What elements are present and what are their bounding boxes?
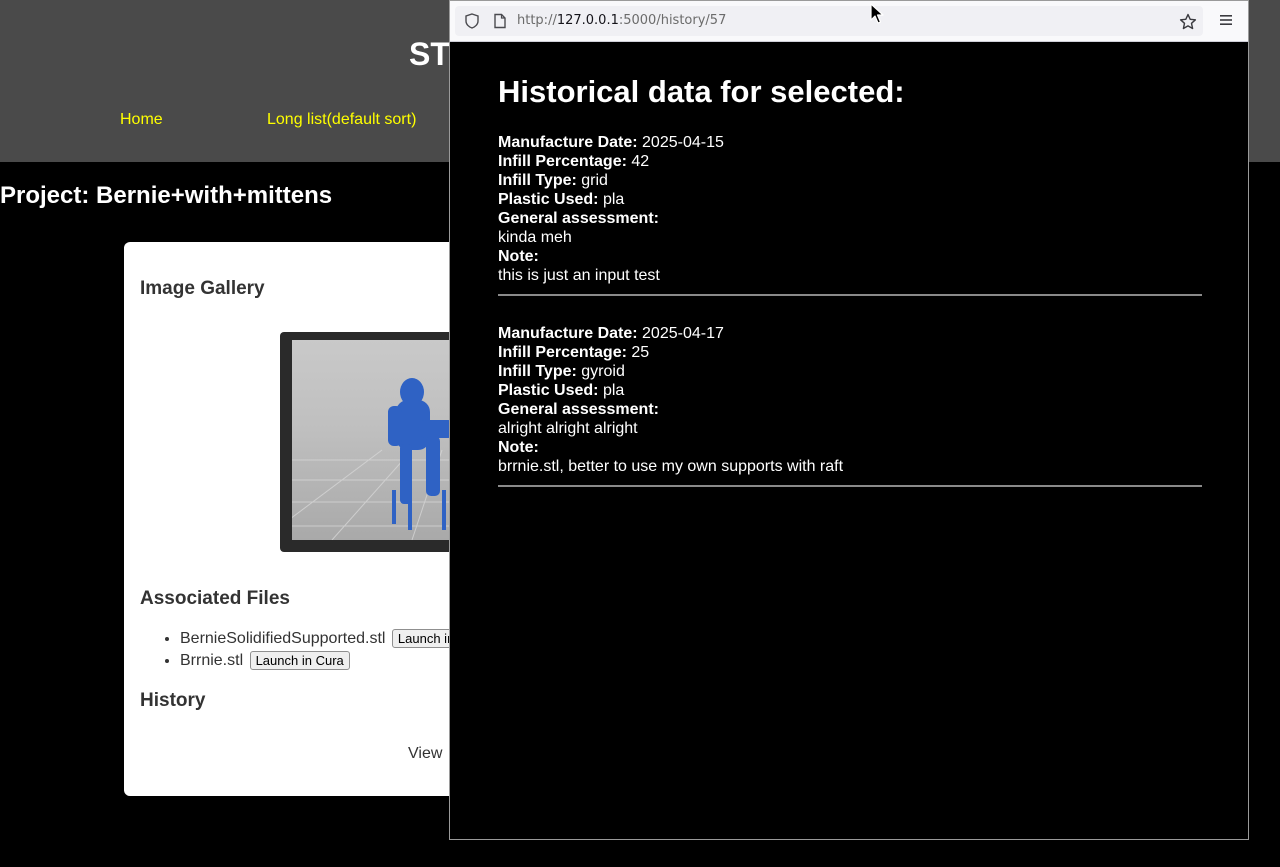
history-content: Historical data for selected: Manufactur… [498,41,1202,515]
infill-type-value: gyroid [581,363,625,380]
record-divider [498,294,1202,296]
nav-link-home[interactable]: Home [120,111,163,129]
manufacture-date-value: 2025-04-15 [642,134,724,151]
infill-percentage-value: 42 [631,153,650,170]
browser-toolbar: http://127.0.0.1:5000/history/57 [450,1,1248,42]
history-record: Manufacture Date: 2025-04-15 Infill Perc… [498,133,1202,296]
field-label: Infill Percentage: [498,344,627,361]
field-label: General assessment: [498,210,659,227]
field-label: Manufacture Date: [498,325,638,342]
history-record: Manufacture Date: 2025-04-17 Infill Perc… [498,324,1202,487]
field-label: Plastic Used: [498,191,599,208]
field-label: Note: [498,248,539,265]
file-list: BernieSolidifiedSupported.stl Launch in … [140,628,493,672]
plastic-used-value: pla [602,191,625,208]
infill-percentage-value: 25 [631,344,650,361]
list-item: BernieSolidifiedSupported.stl Launch in … [180,628,493,650]
model-figure [388,378,456,530]
record-divider [498,485,1202,487]
field-label: General assessment: [498,401,659,418]
field-label: Plastic Used: [498,382,599,399]
url-bar[interactable]: http://127.0.0.1:5000/history/57 [455,6,1203,36]
note-value: this is just an input test [498,267,660,284]
manufacture-date-value: 2025-04-17 [642,325,724,342]
field-label: Note: [498,439,539,456]
gallery-heading: Image Gallery [140,278,265,299]
field-label: Infill Type: [498,363,577,380]
project-title: Project: Bernie+with+mittens [0,182,333,209]
page-icon[interactable] [492,13,508,34]
shield-icon[interactable] [464,13,480,34]
history-records: Manufacture Date: 2025-04-15 Infill Perc… [498,133,1202,487]
view-history-link[interactable]: View [408,745,442,763]
note-value: brrnie.stl, better to use my own support… [498,458,844,475]
mouse-cursor-icon [870,3,884,30]
assessment-value: alright alright alright [498,420,638,437]
files-heading: Associated Files [140,588,290,609]
url-text[interactable]: http://127.0.0.1:5000/history/57 [517,13,726,28]
file-name: BernieSolidifiedSupported.stl [180,630,386,647]
field-label: Infill Percentage: [498,153,627,170]
history-heading: History [140,690,206,711]
nav-link-long-list[interactable]: Long list(default sort) [267,111,416,129]
hamburger-menu-icon[interactable] [1218,12,1234,33]
infill-type-value: grid [581,172,608,189]
list-item: Brrnie.stl Launch in Cura [180,650,492,672]
assessment-value: kinda meh [498,229,572,246]
launch-in-cura-button[interactable]: Launch in Cura [249,651,350,671]
site-title: ST [409,36,450,72]
star-icon[interactable] [1179,13,1197,36]
field-label: Infill Type: [498,172,577,189]
field-label: Manufacture Date: [498,134,638,151]
file-name: Brrnie.stl [180,652,244,669]
history-heading: Historical data for selected: [498,74,905,109]
history-popup-window: http://127.0.0.1:5000/history/57 Histori… [449,0,1249,840]
plastic-used-value: pla [602,382,625,399]
